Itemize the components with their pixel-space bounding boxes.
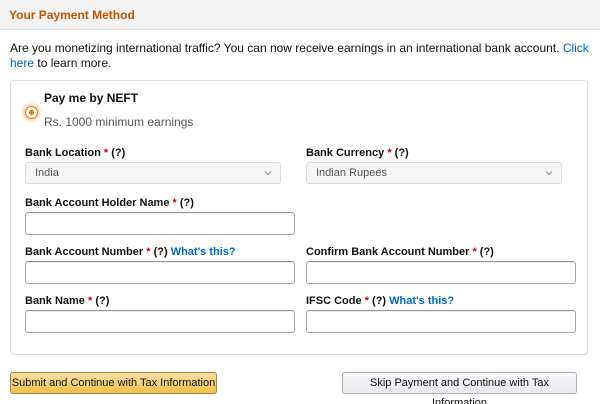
required-mark: * (87, 295, 93, 307)
required-mark: * (387, 147, 392, 159)
bank-location-value: India (35, 167, 59, 179)
holder-name-input[interactable] (25, 212, 295, 235)
section-title: Your Payment Method (9, 8, 135, 22)
whats-this-link[interactable]: What's this? (171, 246, 236, 258)
neft-radio-button[interactable] (25, 106, 38, 119)
ifsc-label: IFSC Code * (?) What's this? (306, 295, 454, 307)
help-link[interactable]: (?) (395, 147, 409, 159)
skip-payment-button[interactable]: Skip Payment and Continue with Tax Infor… (342, 372, 577, 404)
help-link[interactable]: (?) (154, 246, 168, 258)
section-header: Your Payment Method (0, 0, 600, 30)
ifsc-text: IFSC Code (306, 295, 362, 307)
bank-name-label: Bank Name * (?) (25, 295, 109, 307)
bank-name-text: Bank Name (25, 295, 85, 307)
international-notice: Are you monetizing international traffic… (10, 41, 595, 71)
required-mark: * (172, 197, 177, 209)
bank-location-select[interactable]: India (25, 162, 281, 184)
bank-currency-value: Indian Rupees (316, 167, 387, 179)
required-mark: * (146, 246, 151, 258)
option-title: Pay me by NEFT (44, 91, 139, 105)
help-link[interactable]: (?) (180, 197, 194, 209)
required-mark: * (472, 246, 477, 258)
option-subtitle: Rs. 1000 minimum earnings (44, 115, 194, 129)
help-link[interactable]: (?) (480, 246, 494, 258)
bank-name-input[interactable] (25, 310, 295, 333)
confirm-account-input[interactable] (306, 261, 576, 284)
account-number-label: Bank Account Number * (?) What's this? (25, 246, 236, 258)
help-link[interactable]: (?) (95, 295, 109, 307)
chevron-down-icon (545, 171, 553, 176)
account-number-text: Bank Account Number (25, 246, 144, 258)
bank-location-text: Bank Location (25, 147, 101, 159)
account-number-input[interactable] (25, 261, 295, 284)
bank-currency-text: Bank Currency (306, 147, 385, 159)
help-link[interactable]: (?) (111, 147, 125, 159)
confirm-account-label: Confirm Bank Account Number * (?) (306, 246, 494, 258)
holder-name-label: Bank Account Holder Name * (?) (25, 197, 194, 209)
neft-payment-card: Pay me by NEFT Rs. 1000 minimum earnings… (10, 80, 588, 355)
bank-location-label: Bank Location * (?) (25, 147, 125, 159)
bank-currency-label: Bank Currency * (?) (306, 147, 409, 159)
whats-this-link[interactable]: What's this? (389, 295, 454, 307)
notice-suffix: to learn more. (37, 56, 112, 70)
help-link[interactable]: (?) (372, 295, 386, 307)
required-mark: * (103, 147, 109, 159)
chevron-down-icon (264, 171, 272, 176)
confirm-account-text: Confirm Bank Account Number (306, 246, 470, 258)
ifsc-input[interactable] (306, 310, 576, 333)
submit-tax-button[interactable]: Submit and Continue with Tax Information (10, 372, 217, 394)
notice-text: Are you monetizing international traffic… (10, 41, 560, 55)
bank-currency-select[interactable]: Indian Rupees (306, 162, 562, 184)
required-mark: * (364, 295, 369, 307)
holder-name-text: Bank Account Holder Name (25, 197, 170, 209)
